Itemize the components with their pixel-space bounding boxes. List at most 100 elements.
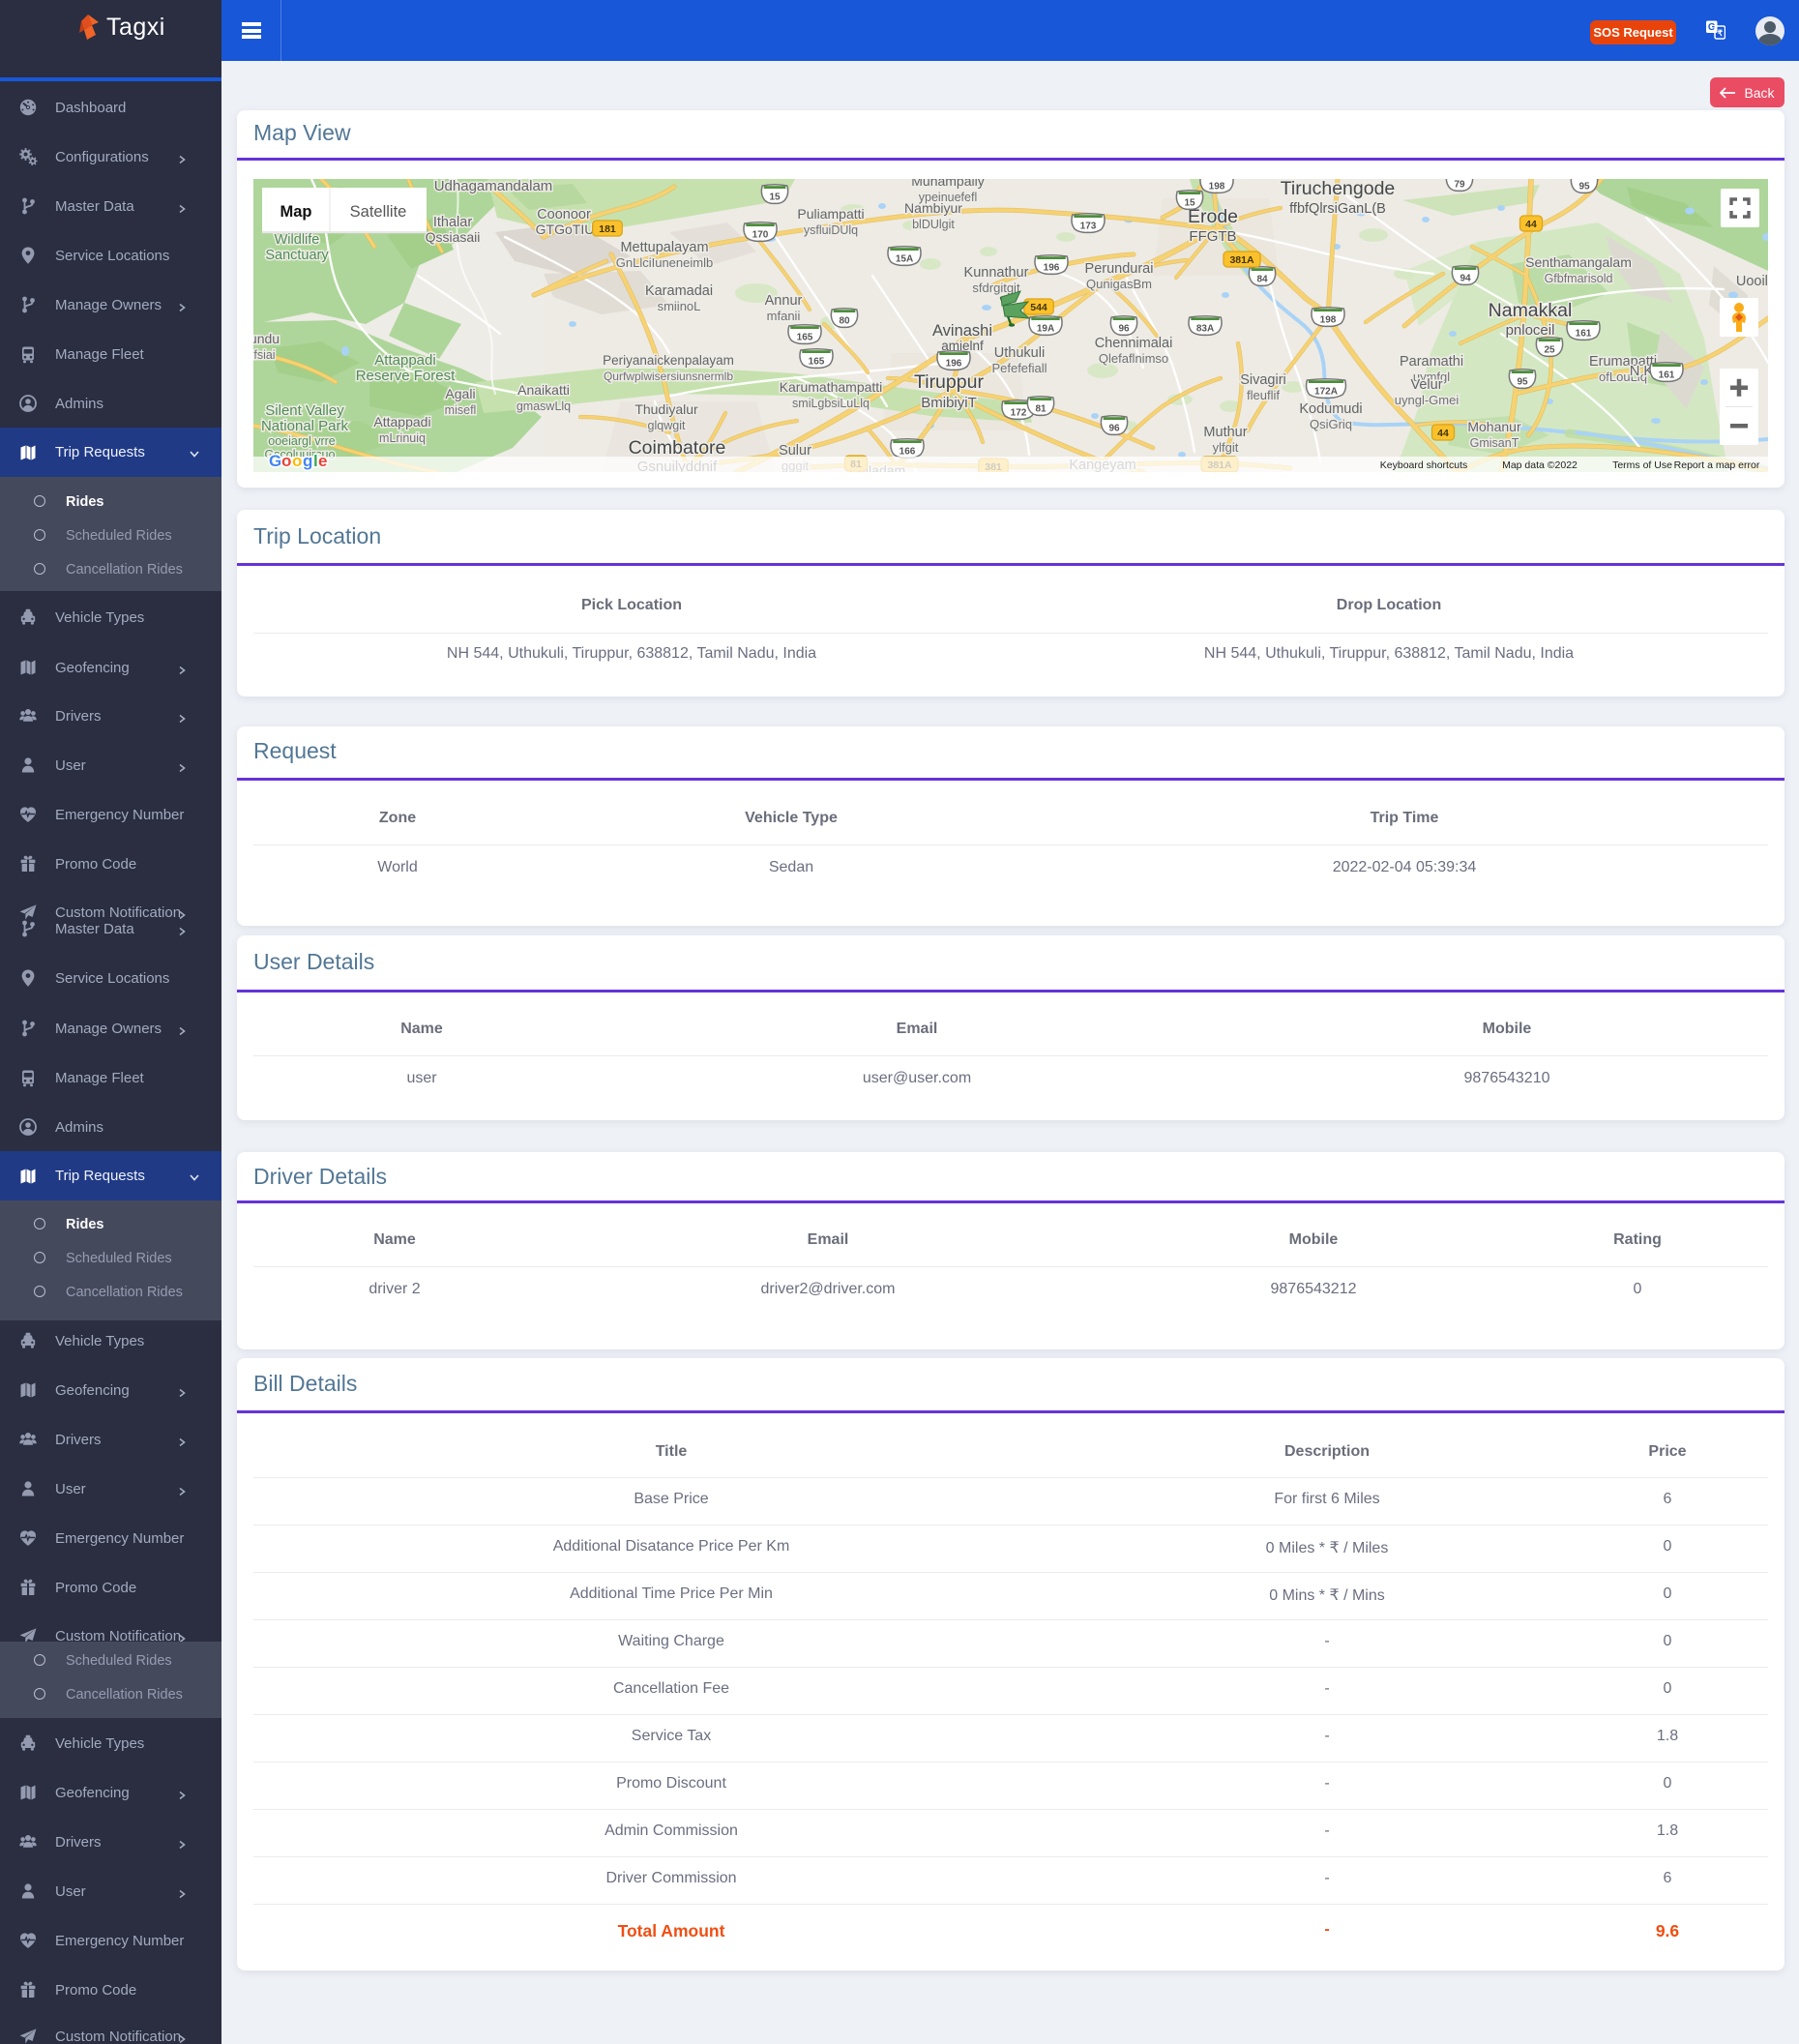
svg-text:Anaikatti: Anaikatti [517, 382, 570, 398]
svg-text:381A: 381A [1229, 254, 1254, 266]
svg-text:G: G [269, 452, 281, 470]
svg-text:181: 181 [599, 223, 616, 235]
svg-text:National Park: National Park [261, 418, 349, 434]
svg-text:misefl: misefl [445, 403, 477, 417]
svg-text:Avinashi: Avinashi [932, 322, 992, 340]
svg-text:95: 95 [1578, 182, 1590, 193]
svg-text:Nambiyur: Nambiyur [904, 200, 962, 216]
svg-text:172: 172 [1011, 408, 1027, 419]
svg-text:Attappadi: Attappadi [374, 352, 435, 369]
svg-text:173: 173 [1080, 222, 1097, 232]
svg-text:15: 15 [1184, 198, 1195, 209]
svg-text:161: 161 [1659, 370, 1675, 381]
svg-text:smiLgbsiLuLlq: smiLgbsiLuLlq [792, 397, 870, 410]
svg-text:81: 81 [1035, 404, 1047, 415]
svg-text:blDUlgit: blDUlgit [912, 218, 955, 231]
svg-text:94: 94 [1460, 274, 1471, 284]
svg-text:g: g [303, 452, 312, 470]
svg-text:Sivagiri: Sivagiri [1240, 372, 1286, 388]
svg-text:Attappadi: Attappadi [373, 414, 430, 430]
svg-text:BmibiyiT: BmibiyiT [921, 395, 977, 411]
svg-text:Ithalar: Ithalar [433, 215, 472, 230]
svg-text:Gfbfmarisold: Gfbfmarisold [1545, 272, 1613, 285]
svg-text:GnLlciIuneneimlb: GnLlciIuneneimlb [616, 255, 713, 270]
svg-text:Wildlife: Wildlife [275, 232, 320, 248]
svg-text:Paramathi: Paramathi [1400, 354, 1463, 370]
svg-text:44: 44 [1525, 219, 1537, 230]
svg-text:Qssiasaii: Qssiasaii [426, 229, 481, 245]
svg-text:Reserve Forest: Reserve Forest [356, 368, 456, 384]
svg-text:Pefefefiall: Pefefefiall [991, 361, 1047, 375]
svg-text:gmaswLlq: gmaswLlq [516, 400, 571, 413]
svg-text:165: 165 [797, 333, 813, 343]
svg-text:Qurfwplwisersiunsnermlb: Qurfwplwisersiunsnermlb [604, 370, 733, 383]
svg-text:25: 25 [1544, 345, 1555, 356]
svg-text:Sulur: Sulur [779, 443, 811, 459]
svg-text:Keyboard shortcuts: Keyboard shortcuts [1380, 459, 1467, 471]
svg-text:Perundurai: Perundurai [1085, 261, 1154, 277]
svg-text:Periyanaickenpalayam: Periyanaickenpalayam [603, 353, 734, 368]
svg-text:ooeiargl vrre: ooeiargl vrre [268, 434, 336, 448]
svg-text:Senthamangalam: Senthamangalam [1525, 254, 1632, 270]
svg-text:Silent Valley: Silent Valley [265, 402, 344, 419]
svg-text:196: 196 [946, 359, 962, 370]
svg-text:165: 165 [809, 357, 825, 368]
svg-text:Kodumudi: Kodumudi [1299, 401, 1362, 417]
svg-text:Qlefaflnimso: Qlefaflnimso [1099, 351, 1168, 366]
svg-text:Tiruppur: Tiruppur [914, 371, 984, 393]
svg-text:efsiai: efsiai [253, 348, 276, 362]
svg-text:Namakkal: Namakkal [1489, 300, 1573, 321]
svg-text:Muhampally: Muhampally [911, 179, 984, 189]
svg-text:pnloceil: pnloceil [1506, 322, 1555, 339]
svg-text:uyngl-Gmei: uyngl-Gmei [1395, 393, 1460, 407]
svg-text:Report a map error: Report a map error [1674, 459, 1760, 471]
svg-text:QunigasBm: QunigasBm [1086, 277, 1152, 291]
svg-text:166: 166 [900, 447, 916, 458]
svg-text:96: 96 [1108, 424, 1120, 434]
svg-text:smiinoL: smiinoL [658, 299, 701, 313]
svg-text:o: o [281, 452, 291, 470]
svg-text:95: 95 [1517, 377, 1528, 388]
svg-text:198: 198 [1209, 182, 1225, 193]
svg-text:ylfgit: ylfgit [1213, 440, 1239, 455]
svg-text:544: 544 [1030, 302, 1047, 313]
svg-text:Thudiyalur: Thudiyalur [634, 401, 698, 417]
svg-text:198: 198 [1320, 315, 1337, 326]
svg-text:e: e [318, 452, 327, 470]
svg-text:15: 15 [769, 193, 781, 203]
svg-text:Uthukuli: Uthukuli [994, 345, 1045, 361]
svg-text:19A: 19A [1037, 324, 1054, 335]
svg-text:GmisanT: GmisanT [1470, 436, 1519, 450]
svg-text:44: 44 [1437, 428, 1449, 439]
svg-text:Map: Map [280, 203, 312, 221]
svg-text:Coimbatore: Coimbatore [629, 437, 726, 459]
svg-text:172A: 172A [1314, 387, 1338, 398]
svg-text:kundu: kundu [253, 331, 280, 346]
svg-text:glqwgit: glqwgit [648, 419, 686, 432]
svg-text:Muthur: Muthur [1203, 425, 1247, 440]
svg-text:83A: 83A [1196, 324, 1214, 335]
svg-text:mLrinuiq: mLrinuiq [379, 431, 426, 445]
svg-text:Udhagamandalam: Udhagamandalam [434, 179, 553, 194]
svg-text:96: 96 [1118, 324, 1130, 335]
svg-text:Coonoor: Coonoor [537, 207, 591, 222]
svg-text:₹: ₹ [1718, 28, 1724, 38]
svg-text:Karamadai: Karamadai [645, 283, 713, 299]
svg-text:Karumathampatti: Karumathampatti [780, 379, 883, 395]
svg-text:Terms of Use: Terms of Use [1612, 459, 1672, 471]
svg-text:79: 79 [1454, 180, 1465, 191]
svg-text:ffbfQlrsiGanL(B: ffbfQlrsiGanL(B [1289, 201, 1386, 217]
svg-text:15A: 15A [896, 254, 913, 265]
svg-text:80: 80 [839, 316, 850, 327]
svg-text:Tiruchengode: Tiruchengode [1281, 179, 1396, 199]
svg-text:Agali: Agali [445, 386, 475, 401]
svg-text:Velur: Velur [1410, 377, 1442, 393]
svg-text:fleuflif: fleuflif [1247, 388, 1280, 402]
svg-text:Chennimalai: Chennimalai [1095, 336, 1173, 351]
svg-text:Kunnathur: Kunnathur [964, 265, 1029, 281]
svg-text:Puliampatti: Puliampatti [797, 206, 864, 222]
svg-text:FFGTB: FFGTB [1189, 228, 1236, 245]
svg-text:161: 161 [1576, 329, 1592, 340]
svg-text:Mettupalayam: Mettupalayam [620, 240, 708, 255]
svg-text:QsiGriq: QsiGriq [1310, 417, 1352, 431]
